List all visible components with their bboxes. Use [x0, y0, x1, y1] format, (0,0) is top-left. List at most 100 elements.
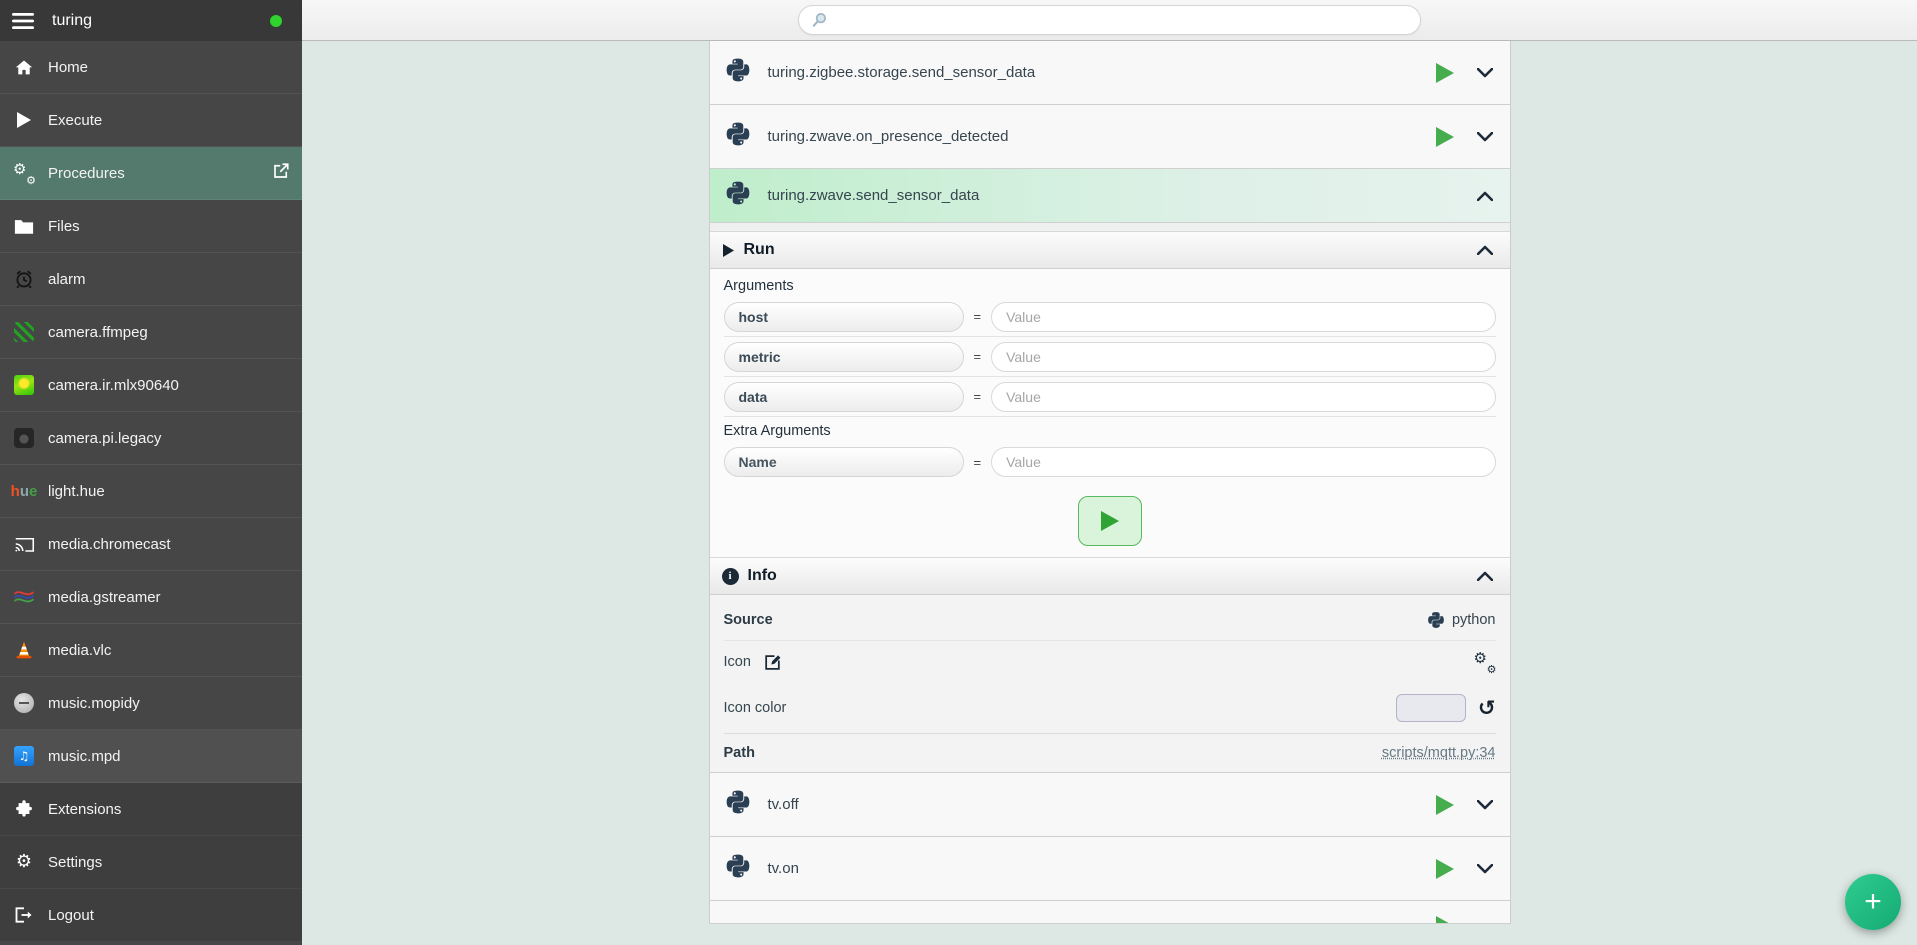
sidebar: turing Home Execute ⚙⚙ Procedures Files … [0, 0, 302, 945]
procedure-row[interactable]: turing.zwave.on_presence_detected [710, 105, 1510, 169]
mpd-logo-icon [11, 744, 37, 768]
chevron-down-icon [1474, 126, 1496, 148]
alarm-clock-icon [11, 267, 37, 291]
search-input[interactable] [836, 7, 1408, 33]
sidebar-item-settings[interactable]: ⚙ Settings [0, 836, 302, 889]
top-header [302, 0, 1917, 41]
info-section-body: Source python Icon ⚙⚙ Icon color [710, 595, 1510, 772]
extra-argument-value-input[interactable] [991, 447, 1495, 477]
home-icon [11, 55, 37, 79]
argument-value-input[interactable] [991, 382, 1495, 412]
chevron-up-icon [1474, 185, 1496, 207]
main-area: turing.zigbee.storage.send_sensor_data t… [302, 0, 1917, 945]
extra-argument-name-input[interactable] [724, 447, 964, 477]
chevron-down-icon [1474, 62, 1496, 84]
source-value: python [1452, 612, 1496, 628]
pi-camera-icon [11, 426, 37, 450]
sidebar-item-media-chromecast[interactable]: media.chromecast [0, 518, 302, 571]
procedure-name: turing.zwave.send_sensor_data [768, 187, 980, 204]
chevron-up-icon [1474, 239, 1496, 261]
vlc-cone-icon [11, 638, 37, 662]
sidebar-header: turing [0, 0, 302, 41]
chromecast-icon [11, 532, 37, 556]
sidebar-item-alarm[interactable]: alarm [0, 253, 302, 306]
info-icon [722, 568, 739, 585]
procedure-row[interactable]: tv.off [710, 773, 1510, 837]
procedure-name: turing.zigbee.storage.send_sensor_data [768, 64, 1036, 81]
sidebar-item-extensions[interactable]: Extensions [0, 783, 302, 836]
sidebar-item-camera-ffmpeg[interactable]: camera.ffmpeg [0, 306, 302, 359]
path-link[interactable]: scripts/mqtt.py:34 [1382, 745, 1496, 761]
sidebar-item-light-hue[interactable]: hue light.hue [0, 465, 302, 518]
sidebar-item-home[interactable]: Home [0, 41, 302, 94]
python-icon [726, 57, 750, 88]
add-procedure-fab[interactable]: + [1845, 874, 1901, 930]
procedures-list: turing.zigbee.storage.send_sensor_data t… [709, 41, 1511, 924]
icon-label: Icon [724, 654, 751, 670]
procedure-row[interactable]: turing.zigbee.storage.send_sensor_data [710, 41, 1510, 105]
info-section-header[interactable]: Info [710, 557, 1510, 595]
procedure-detail: Run Arguments = = [710, 223, 1510, 773]
run-play-icon [1099, 509, 1121, 533]
procedure-row-partial[interactable] [710, 901, 1510, 924]
sidebar-item-procedures[interactable]: ⚙⚙ Procedures [0, 147, 302, 200]
gears-icon: ⚙⚙ [11, 161, 37, 185]
argument-value-input[interactable] [991, 302, 1495, 332]
reset-color-icon[interactable]: ↺ [1478, 698, 1496, 719]
hamburger-menu-icon[interactable] [12, 11, 36, 31]
sidebar-item-music-mpd[interactable]: music.mpd [0, 730, 302, 783]
search-bar [798, 5, 1421, 35]
procedure-name: tv.off [768, 796, 799, 813]
procedure-name: turing.zwave.on_presence_detected [768, 128, 1009, 145]
chevron-up-icon [1474, 565, 1496, 587]
argument-name-input[interactable] [724, 382, 964, 412]
procedures-page: turing.zigbee.storage.send_sensor_data t… [302, 41, 1917, 944]
puzzle-icon [11, 797, 37, 821]
source-label: Source [724, 612, 773, 628]
sidebar-item-media-gstreamer[interactable]: media.gstreamer [0, 571, 302, 624]
extra-arguments-label: Extra Arguments [724, 423, 1496, 439]
execute-procedure-button[interactable] [1078, 496, 1142, 546]
icon-color-swatch[interactable] [1396, 694, 1466, 722]
procedure-row-selected[interactable]: turing.zwave.send_sensor_data [710, 169, 1510, 223]
equals-sign: = [974, 455, 982, 470]
argument-value-input[interactable] [991, 342, 1495, 372]
run-procedure-button[interactable] [1432, 124, 1458, 150]
argument-row: = [724, 337, 1496, 377]
mopidy-logo-icon [11, 691, 37, 715]
sidebar-item-execute[interactable]: Execute [0, 94, 302, 147]
argument-name-input[interactable] [724, 342, 964, 372]
argument-name-input[interactable] [724, 302, 964, 332]
path-row: Path scripts/mqtt.py:34 [724, 733, 1496, 772]
thermal-camera-icon [11, 373, 37, 397]
sidebar-item-media-vlc[interactable]: media.vlc [0, 624, 302, 677]
sidebar-item-logout[interactable]: Logout [0, 889, 302, 942]
sidebar-item-camera-pi-legacy[interactable]: camera.pi.legacy [0, 412, 302, 465]
procedure-name: tv.on [768, 860, 799, 877]
external-link-icon[interactable] [272, 162, 290, 184]
procedure-row[interactable]: tv.on [710, 837, 1510, 901]
folder-icon [11, 214, 37, 238]
edit-icon[interactable] [763, 653, 782, 672]
chevron-down-icon [1474, 915, 1496, 924]
run-section-body: Arguments = = = [710, 269, 1510, 557]
gstreamer-icon [11, 585, 37, 609]
source-row: Source python [724, 597, 1496, 641]
argument-row: = [724, 377, 1496, 417]
run-procedure-button[interactable] [1432, 913, 1458, 924]
sidebar-item-files[interactable]: Files [0, 200, 302, 253]
search-icon [811, 12, 828, 29]
sidebar-item-music-mopidy[interactable]: music.mopidy [0, 677, 302, 730]
python-icon [726, 853, 750, 884]
equals-sign: = [974, 349, 982, 364]
python-icon [726, 121, 750, 152]
icon-color-label: Icon color [724, 700, 787, 716]
run-procedure-button[interactable] [1432, 856, 1458, 882]
path-label: Path [724, 745, 755, 761]
run-procedure-button[interactable] [1432, 60, 1458, 86]
icon-row: Icon ⚙⚙ [724, 641, 1496, 683]
python-icon [726, 180, 750, 211]
run-procedure-button[interactable] [1432, 792, 1458, 818]
sidebar-item-camera-ir-mlx90640[interactable]: camera.ir.mlx90640 [0, 359, 302, 412]
run-section-header[interactable]: Run [710, 231, 1510, 269]
